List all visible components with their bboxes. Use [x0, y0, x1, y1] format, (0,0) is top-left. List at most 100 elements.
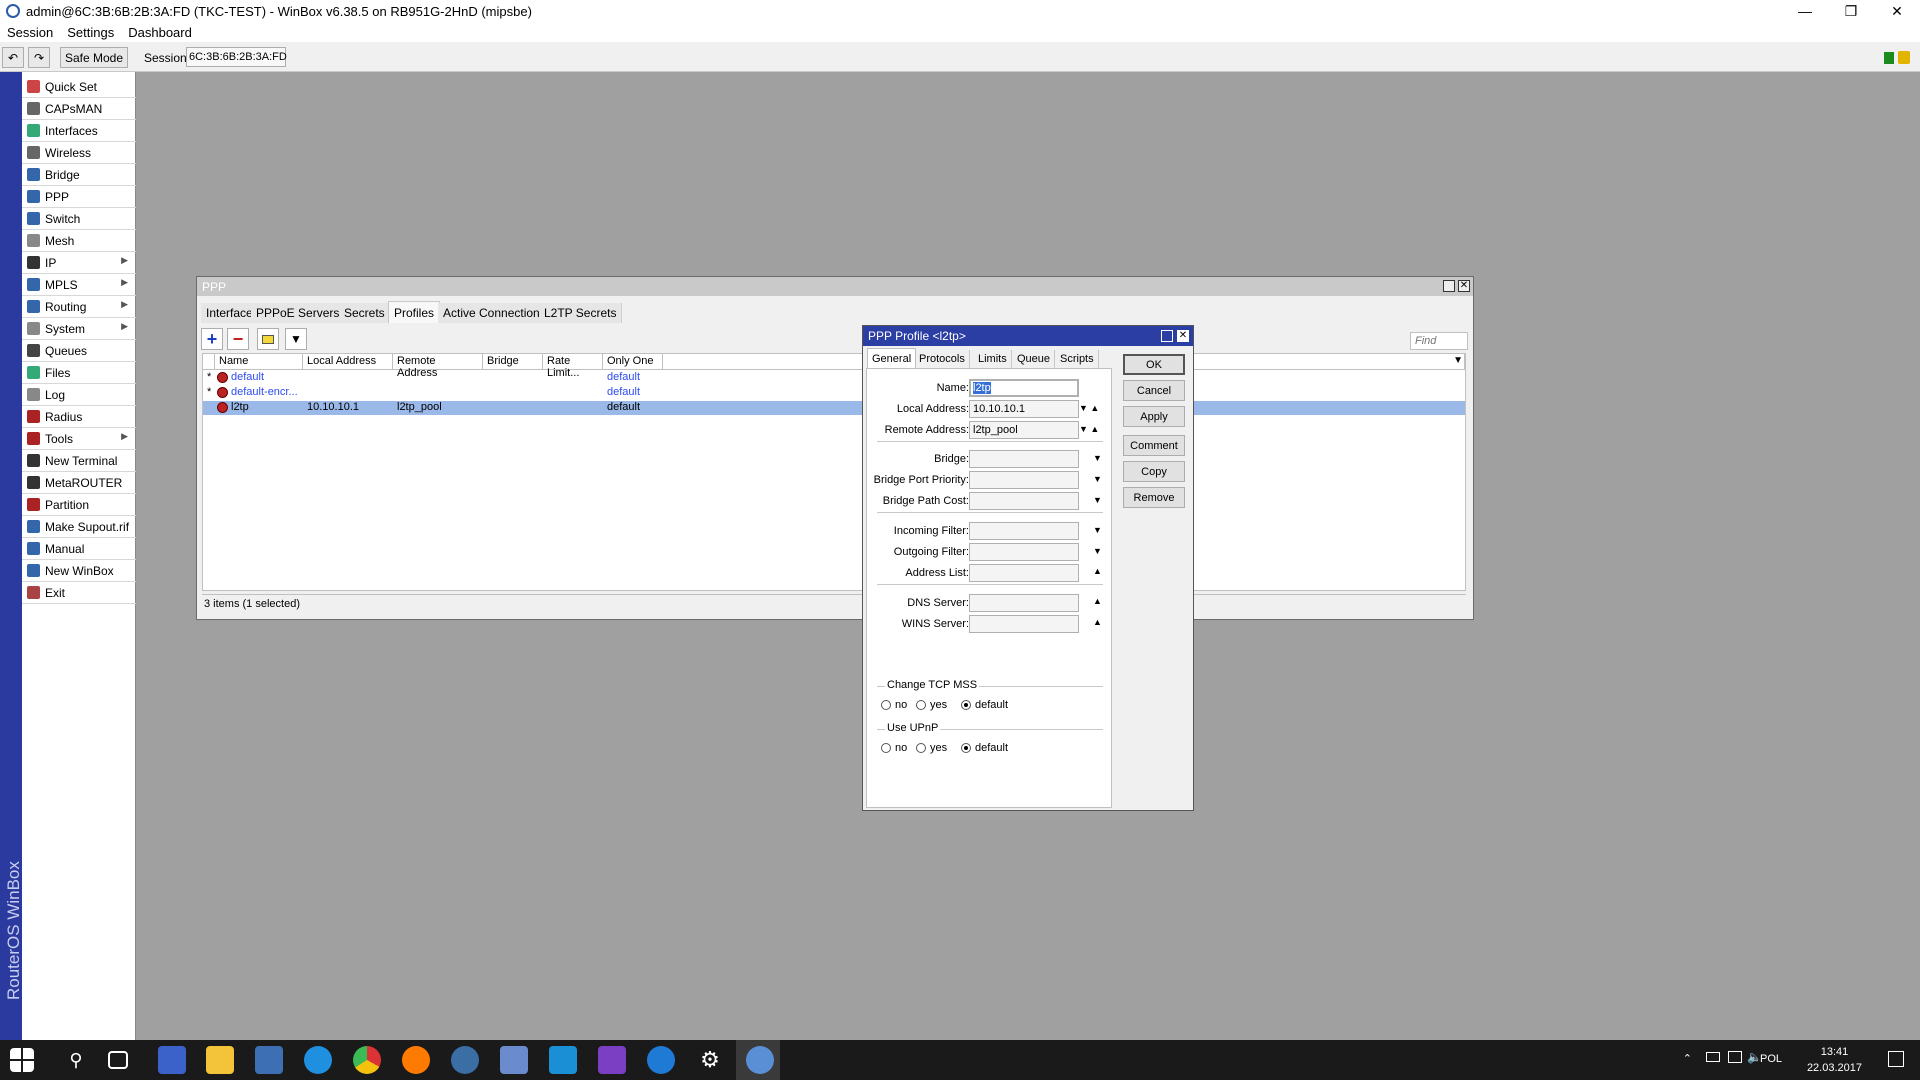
dialog-title[interactable]: PPP Profile <l2tp> — [863, 326, 1193, 346]
dropdown-icon[interactable]: ▼ — [1093, 525, 1102, 535]
edge-icon[interactable] — [647, 1046, 675, 1074]
visual-studio-icon[interactable] — [598, 1046, 626, 1074]
menu-settings[interactable]: Settings — [60, 25, 121, 40]
tab-general[interactable]: General — [867, 348, 917, 368]
sidebar-item-new-terminal[interactable]: New Terminal — [22, 450, 136, 472]
battery-icon[interactable] — [1706, 1052, 1720, 1062]
skype-icon[interactable] — [549, 1046, 577, 1074]
sidebar-item-exit[interactable]: Exit — [22, 582, 136, 604]
remove-button[interactable]: Remove — [1123, 487, 1185, 508]
up-down-icon[interactable]: ▲ — [1093, 567, 1102, 576]
notifications-icon[interactable] — [1888, 1051, 1904, 1067]
tab-l2tp-secrets[interactable]: L2TP Secrets — [539, 303, 623, 323]
field-bridge[interactable] — [969, 450, 1079, 468]
sidebar-item-metarouter[interactable]: MetaROUTER — [22, 472, 136, 494]
edge-legacy-icon[interactable] — [304, 1046, 332, 1074]
table-header[interactable]: Local Address — [303, 354, 393, 370]
sidebar-item-radius[interactable]: Radius — [22, 406, 136, 428]
up-down-icon[interactable]: ▲ — [1093, 618, 1102, 627]
sidebar-item-ppp[interactable]: PPP — [22, 186, 136, 208]
tab-queue[interactable]: Queue — [1013, 350, 1056, 368]
sidebar-item-manual[interactable]: Manual — [22, 538, 136, 560]
tab-secrets[interactable]: Secrets — [339, 303, 391, 323]
table-header[interactable]: Bridge — [483, 354, 543, 370]
chrome-icon[interactable] — [353, 1046, 381, 1074]
table-row[interactable]: * default default — [203, 371, 1465, 385]
sidebar-item-mpls[interactable]: MPLS ▶ — [22, 274, 136, 296]
minimize-icon[interactable]: — — [1782, 0, 1828, 22]
sidebar-item-log[interactable]: Log — [22, 384, 136, 406]
ok-button[interactable]: OK — [1123, 354, 1185, 375]
radio-upnp-no[interactable]: no — [881, 742, 907, 754]
sidebar-item-files[interactable]: Files — [22, 362, 136, 384]
table-header[interactable]: Rate Limit... — [543, 354, 603, 379]
windows-start-icon[interactable] — [10, 1048, 34, 1072]
remote-desktop-icon[interactable] — [500, 1046, 528, 1074]
field-dns-server[interactable] — [969, 594, 1079, 612]
search-icon[interactable]: ⚲ — [62, 1046, 90, 1074]
network-app-icon[interactable] — [255, 1046, 283, 1074]
filter-button[interactable]: ▼ — [285, 328, 307, 350]
sidebar-item-wireless[interactable]: Wireless — [22, 142, 136, 164]
restore-icon[interactable]: ❐ — [1828, 0, 1874, 22]
dropdown-icon[interactable]: ▼ ▲ — [1079, 424, 1099, 434]
tab-limits[interactable]: Limits — [974, 350, 1012, 368]
sidebar-item-system[interactable]: System ▶ — [22, 318, 136, 340]
columns-dropdown-icon[interactable]: ▼ — [1453, 355, 1463, 366]
field-incoming-filter[interactable] — [969, 522, 1079, 540]
sidebar-item-mesh[interactable]: Mesh — [22, 230, 136, 252]
apply-button[interactable]: Apply — [1123, 406, 1185, 427]
firefox-icon[interactable] — [402, 1046, 430, 1074]
table-header[interactable]: Name — [215, 354, 303, 370]
radio-tcp-mss-no[interactable]: no — [881, 699, 907, 711]
close-icon[interactable]: ✕ — [1874, 0, 1920, 22]
sidebar-item-routing[interactable]: Routing ▶ — [22, 296, 136, 318]
copy-button[interactable]: Copy — [1123, 461, 1185, 482]
save-app-icon[interactable] — [158, 1046, 186, 1074]
undo-button[interactable]: ↶ — [2, 47, 24, 68]
radio-upnp-yes[interactable]: yes — [916, 742, 947, 754]
maximize-icon[interactable] — [1161, 330, 1173, 342]
table-header[interactable]: Remote Address — [393, 354, 483, 379]
session-field[interactable]: 6C:3B:6B:2B:3A:FD — [186, 47, 287, 67]
field-bridge-path-cost[interactable] — [969, 492, 1079, 510]
sidebar-item-partition[interactable]: Partition — [22, 494, 136, 516]
field-local-address[interactable]: 10.10.10.1 — [969, 400, 1079, 418]
tab-scripts[interactable]: Scripts — [1056, 350, 1099, 368]
tab-profiles[interactable]: Profiles — [388, 301, 441, 323]
radio-tcp-mss-yes[interactable]: yes — [916, 699, 947, 711]
table-row[interactable]: l2tp 10.10.10.1 l2tp_pool default — [203, 401, 1465, 415]
sidebar-item-bridge[interactable]: Bridge — [22, 164, 136, 186]
tab-protocols[interactable]: Protocols — [915, 350, 970, 368]
file-explorer-icon[interactable] — [206, 1046, 234, 1074]
maximize-icon[interactable] — [1443, 280, 1455, 292]
language-indicator[interactable]: POL — [1760, 1053, 1782, 1065]
add-button[interactable]: + — [201, 328, 223, 350]
dropdown-icon[interactable]: ▼ — [1093, 453, 1102, 463]
safe-mode-button[interactable]: Safe Mode — [60, 47, 128, 68]
dropdown-icon[interactable]: ▼ — [1093, 495, 1102, 505]
cancel-button[interactable]: Cancel — [1123, 380, 1185, 401]
close-icon[interactable]: ✕ — [1458, 280, 1470, 292]
tray-chevron-icon[interactable]: ⌃ — [1683, 1052, 1692, 1065]
radio-tcp-mss-default[interactable]: default — [961, 699, 1008, 711]
thunderbird-icon[interactable] — [451, 1046, 479, 1074]
comment-button[interactable] — [257, 328, 279, 350]
sidebar-item-quick-set[interactable]: Quick Set — [22, 76, 136, 98]
close-icon[interactable]: ✕ — [1177, 330, 1189, 342]
comment-button[interactable]: Comment — [1123, 435, 1185, 456]
task-view-icon[interactable] — [108, 1051, 128, 1069]
radio-upnp-default[interactable]: default — [961, 742, 1008, 754]
field-bridge-port-priority[interactable] — [969, 471, 1079, 489]
sidebar-item-make-supout-rif[interactable]: Make Supout.rif — [22, 516, 136, 538]
field-remote-address[interactable]: l2tp_pool — [969, 421, 1079, 439]
up-down-icon[interactable]: ▲ — [1093, 597, 1102, 606]
remove-button[interactable]: − — [227, 328, 249, 350]
clock[interactable]: 13:41 22.03.2017 — [1807, 1044, 1862, 1076]
field-name[interactable]: l2tp — [969, 379, 1079, 397]
menu-session[interactable]: Session — [0, 25, 60, 40]
tab-pppoe-servers[interactable]: PPPoE Servers — [251, 303, 346, 323]
dropdown-icon[interactable]: ▼ — [1093, 474, 1102, 484]
field-address-list[interactable] — [969, 564, 1079, 582]
redo-button[interactable]: ↷ — [28, 47, 50, 68]
